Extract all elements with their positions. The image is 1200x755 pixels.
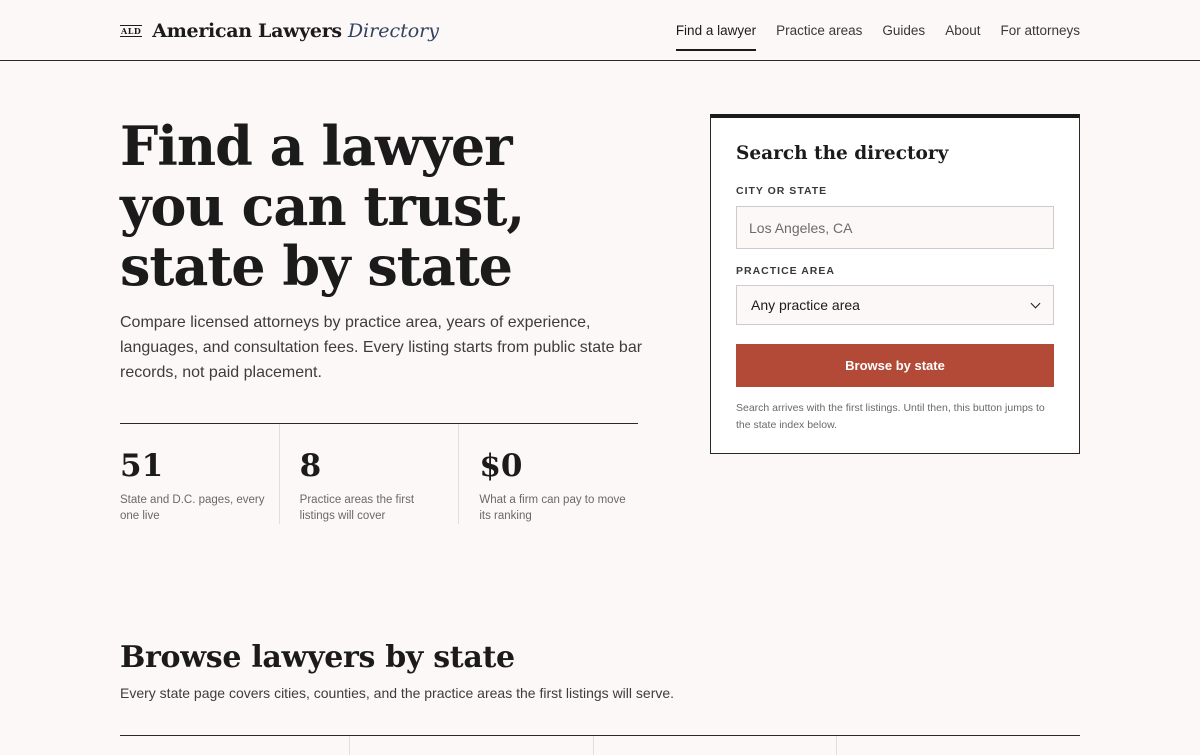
practice-field-label: PRACTICE AREA bbox=[736, 265, 835, 277]
search-card-title: Search the directory bbox=[736, 143, 949, 164]
brand-mark: ALD bbox=[120, 25, 143, 37]
state-index-grid bbox=[120, 735, 1080, 755]
practice-area-selected: Any practice area bbox=[751, 297, 860, 313]
stat-ranking-cost: $0 What a firm can pay to move its ranki… bbox=[458, 424, 638, 524]
city-input-placeholder: Los Angeles, CA bbox=[749, 219, 853, 236]
state-index-column bbox=[592, 736, 837, 755]
stat-value: $0 bbox=[479, 448, 523, 484]
nav-find-a-lawyer[interactable]: Find a lawyer bbox=[675, 0, 757, 60]
nav-about[interactable]: About bbox=[945, 0, 980, 60]
search-card: Search the directory CITY OR STATE Los A… bbox=[710, 114, 1080, 454]
hero-lede: Compare licensed attorneys by practice a… bbox=[120, 314, 643, 381]
practice-area-select[interactable]: Any practice area bbox=[736, 285, 1054, 325]
browse-section-subtitle: Every state page covers cities, counties… bbox=[120, 685, 675, 701]
stat-practice-areas: 8 Practice areas the first listings will… bbox=[278, 424, 459, 524]
stat-value: 8 bbox=[299, 448, 322, 484]
state-index-column bbox=[348, 736, 593, 755]
stat-label: Practice areas the first listings will c… bbox=[299, 494, 415, 522]
nav-guides[interactable]: Guides bbox=[882, 0, 925, 60]
browse-by-state-button[interactable]: Browse by state bbox=[736, 344, 1054, 387]
stat-label: State and D.C. pages, every one live bbox=[120, 494, 265, 522]
chevron-down-icon bbox=[1030, 298, 1041, 308]
city-input[interactable]: Los Angeles, CA bbox=[736, 206, 1054, 249]
stat-value: 51 bbox=[120, 448, 164, 484]
search-card-note: Search arrives with the first listings. … bbox=[736, 402, 1045, 431]
city-field-label: CITY OR STATE bbox=[736, 185, 828, 197]
hero-title-line-1: Find a lawyer bbox=[120, 114, 513, 178]
site-header: ALD American Lawyers Directory Find a la… bbox=[0, 0, 1200, 61]
stats-row: 51 State and D.C. pages, every one live … bbox=[120, 423, 638, 524]
hero-title: Find a lawyer you can trust, state by st… bbox=[120, 116, 660, 296]
hero-title-line-2: you can trust, bbox=[120, 174, 525, 238]
main-nav: Find a lawyer Practice areas Guides Abou… bbox=[675, 0, 1080, 60]
browse-section-title: Browse lawyers by state bbox=[120, 640, 515, 675]
state-index-column bbox=[836, 736, 1080, 755]
state-index-column bbox=[120, 736, 349, 755]
nav-practice-areas[interactable]: Practice areas bbox=[776, 0, 862, 60]
nav-for-attorneys[interactable]: For attorneys bbox=[1000, 0, 1080, 60]
brand-logo-link[interactable]: ALD American Lawyers Directory bbox=[120, 17, 439, 45]
stat-label: What a firm can pay to move its ranking bbox=[479, 494, 626, 522]
brand-name: American Lawyers bbox=[152, 20, 342, 42]
hero-title-line-3: state by state bbox=[120, 234, 513, 298]
brand-name-directory: Directory bbox=[347, 20, 439, 42]
stat-states: 51 State and D.C. pages, every one live bbox=[120, 424, 279, 524]
